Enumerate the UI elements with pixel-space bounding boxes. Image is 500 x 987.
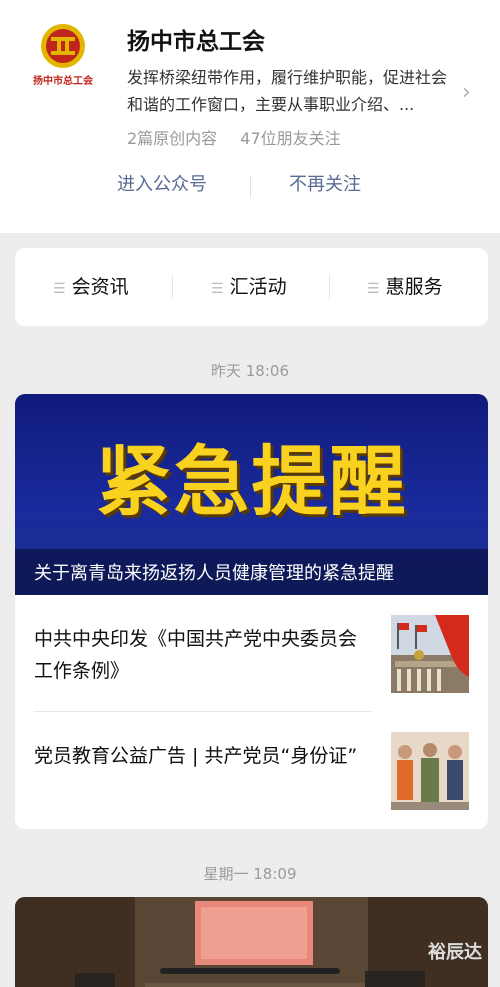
banner-caption-bar: 关于离青岛来扬返扬人员健康管理的紧急提醒	[15, 549, 488, 595]
logo-label: 扬中市总工会	[33, 76, 93, 87]
account-actions: 进入公众号 不再关注	[0, 170, 500, 206]
great-hall-thumbnail-icon	[391, 615, 469, 693]
message-card: 紧急提醒 关于离青岛来扬返扬人员健康管理的紧急提醒 中共中央印发《中国共产党中央…	[15, 394, 488, 829]
account-header: 扬中市总工会 扬中市总工会 发挥桥梁纽带作用，履行维护职能，促进社会和谐的工作窗…	[0, 0, 500, 233]
banner-title: 紧急提醒	[95, 437, 408, 526]
chevron-right-icon[interactable]: ›	[462, 80, 471, 105]
menu-divider	[329, 275, 330, 299]
article-thumbnail	[391, 615, 469, 693]
union-emblem-icon	[41, 24, 85, 68]
menu-item-news[interactable]: ☰ 会资讯	[53, 248, 129, 326]
headline-title: 关于离青岛来扬返扬人员健康管理的紧急提醒	[34, 563, 394, 584]
unfollow-button[interactable]: 不再关注	[289, 170, 361, 196]
article-title: 中共中央印发《中国共产党中央委员会工作条例》	[34, 628, 358, 682]
menu-icon: ☰	[367, 281, 380, 297]
menu-icon: ☰	[53, 281, 66, 297]
party-members-thumbnail-icon	[391, 732, 469, 810]
enter-account-button[interactable]: 进入公众号	[117, 170, 207, 196]
menu-item-label: 惠服务	[385, 276, 443, 298]
headline-article[interactable]: 紧急提醒 关于离青岛来扬返扬人员健康管理的紧急提醒	[15, 394, 488, 595]
account-logo[interactable]: 扬中市总工会	[22, 22, 104, 92]
menu-item-activities[interactable]: ☰ 汇活动	[211, 248, 287, 326]
menu-icon: ☰	[211, 281, 224, 297]
account-description[interactable]: 发挥桥梁纽带作用，履行维护职能，促进社会和谐的工作窗口，主要从事职业介绍、...	[127, 64, 457, 118]
message-time: 星期一 18:09	[203, 865, 297, 883]
menu-item-services[interactable]: ☰ 惠服务	[367, 248, 443, 326]
account-name[interactable]: 扬中市总工会	[127, 22, 265, 56]
article-title: 党员教育公益广告 | 共产党员“身份证”	[34, 745, 358, 767]
message-time: 昨天 18:06	[211, 362, 289, 380]
menu-item-label: 会资讯	[71, 276, 129, 298]
menu-item-label: 汇活动	[229, 276, 287, 298]
account-stats: 2篇原创内容 47位朋友关注	[127, 125, 359, 149]
account-menu: ☰ 会资讯 ☰ 汇活动 ☰ 惠服务	[15, 248, 488, 326]
divider	[250, 176, 251, 198]
watermark: 裕辰达	[428, 942, 482, 963]
home-indicator[interactable]	[160, 968, 340, 974]
menu-divider	[172, 275, 173, 299]
article-thumbnail	[391, 732, 469, 810]
article-row[interactable]: 党员教育公益广告 | 共产党员“身份证”	[15, 712, 488, 829]
article-row[interactable]: 中共中央印发《中国共产党中央委员会工作条例》	[15, 595, 488, 712]
original-count: 2篇原创内容	[127, 129, 218, 148]
friends-follow-count: 47位朋友关注	[240, 129, 341, 148]
